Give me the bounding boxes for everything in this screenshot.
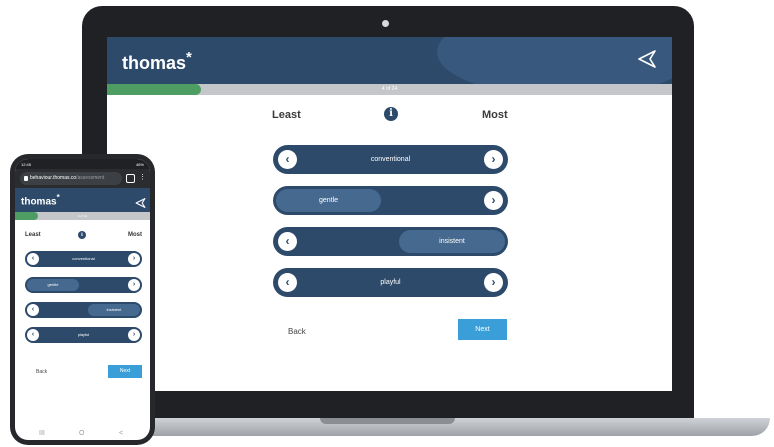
word-label: insistent [439, 238, 465, 245]
lock-icon [24, 176, 28, 181]
move-left-button[interactable]: ‹ [27, 253, 39, 265]
word-slider-gentle[interactable]: gentle › [273, 186, 508, 215]
most-label: Most [482, 109, 508, 121]
progress-label: 4 of 24 [381, 86, 398, 92]
more-menu-icon[interactable]: ⋮ [139, 173, 146, 181]
webcam [382, 20, 389, 27]
next-button[interactable]: Next [108, 365, 142, 378]
laptop-notch [320, 418, 455, 424]
move-right-button[interactable]: › [484, 191, 503, 210]
recents-icon[interactable]: III [39, 430, 45, 437]
info-icon[interactable]: i [384, 107, 398, 121]
progress-label: 4 of 24 [77, 214, 88, 218]
back-button[interactable]: Back [288, 327, 306, 336]
home-icon[interactable]: O [79, 430, 84, 437]
move-left-button[interactable]: ‹ [278, 150, 297, 169]
phone: 12:45 46% behaviour.thomas.co/assessment… [10, 154, 155, 445]
move-left-button[interactable]: ‹ [278, 232, 297, 251]
send-feedback-icon[interactable] [637, 50, 657, 73]
info-icon[interactable]: i [78, 231, 86, 239]
status-time: 12:45 [21, 162, 32, 167]
laptop: thomas* 4 of 24 Least i Most ‹ conventio… [82, 6, 694, 424]
move-right-button[interactable]: › [128, 329, 140, 341]
word-slider-insistent[interactable]: ‹ insistent [273, 227, 508, 256]
word-label: conventional [370, 156, 411, 163]
move-right-button[interactable]: › [484, 273, 503, 292]
word-label: conventional [72, 256, 95, 261]
word-slider-conventional[interactable]: ‹ conventional › [25, 251, 142, 267]
url-host: behaviour.thomas.co [30, 175, 77, 181]
word-label: gentle [318, 197, 339, 204]
progress-bar: 4 of 24 [15, 212, 150, 220]
word-label: insistent [106, 307, 122, 312]
move-left-button[interactable]: ‹ [278, 273, 297, 292]
send-feedback-icon[interactable] [135, 195, 146, 213]
progress-bar: 4 of 24 [107, 84, 672, 95]
move-right-button[interactable]: › [484, 150, 503, 169]
word-slider-gentle[interactable]: gentle › [25, 277, 142, 293]
address-bar[interactable]: behaviour.thomas.co/assessment [20, 172, 122, 185]
phone-screen: 12:45 46% behaviour.thomas.co/assessment… [15, 159, 150, 440]
move-left-button[interactable]: ‹ [27, 304, 39, 316]
browser-toolbar: behaviour.thomas.co/assessment ⋮ [15, 169, 150, 188]
next-button[interactable]: Next [458, 319, 507, 340]
system-nav-bar: III O < [15, 429, 150, 440]
move-right-button[interactable]: › [128, 279, 140, 291]
thomas-logo: thomas* [122, 49, 192, 73]
word-label: playful [77, 332, 90, 337]
least-label: Least [25, 232, 41, 238]
word-slider-conventional[interactable]: ‹ conventional › [273, 145, 508, 174]
word-label: gentle [47, 282, 59, 287]
app-header: thomas* [107, 37, 672, 84]
app-header: thomas* [15, 188, 150, 212]
battery-level: 46% [135, 162, 144, 167]
laptop-screen: thomas* 4 of 24 Least i Most ‹ conventio… [107, 37, 672, 391]
tabs-icon[interactable] [126, 174, 135, 183]
system-back-icon[interactable]: < [119, 430, 123, 437]
most-label: Most [128, 232, 142, 238]
word-slider-playful[interactable]: ‹ playful › [25, 327, 142, 343]
least-label: Least [272, 109, 301, 121]
move-right-button[interactable]: › [128, 253, 140, 265]
back-button[interactable]: Back [36, 369, 47, 375]
move-left-button[interactable]: ‹ [27, 329, 39, 341]
word-label: playful [380, 279, 401, 286]
word-slider-playful[interactable]: ‹ playful › [273, 268, 508, 297]
status-bar: 12:45 46% [15, 159, 150, 169]
thomas-logo: thomas* [21, 193, 60, 208]
word-slider-insistent[interactable]: ‹ insistent [25, 302, 142, 318]
url-path: /assessment [76, 175, 105, 181]
